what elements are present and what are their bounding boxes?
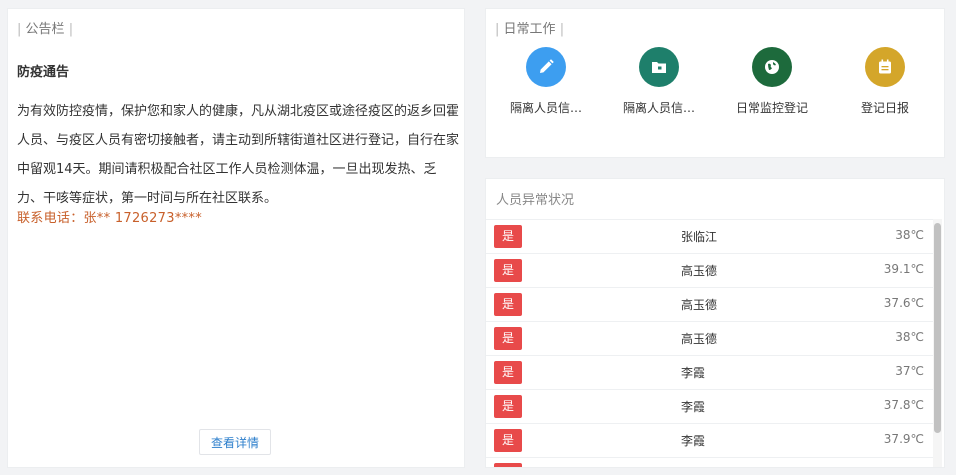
work-item-label: 隔离人员信… (509, 101, 582, 115)
calendar-icon (865, 47, 905, 87)
table-row: 是 李霞 37℃ (486, 356, 934, 390)
pencil-icon (526, 47, 566, 87)
notice-title-text: 公告栏 (25, 22, 65, 37)
temperature: 37.9℃ (883, 432, 924, 446)
person-name: 高玉德 (681, 264, 718, 278)
title-bar-left: | (495, 22, 500, 37)
status-badge: 是 (494, 327, 522, 350)
work-items: 隔离人员信… 隔离人员信… 日常监控登记 登记日报 (486, 47, 946, 127)
table-row: 是 李霞 37.8℃ (486, 390, 934, 424)
work-item-label: 隔离人员信… (622, 101, 695, 115)
person-name: 高玉德 (681, 298, 718, 312)
person-name: 李霞 (681, 366, 706, 380)
temperature: 38℃ (895, 228, 924, 242)
work-item-label: 日常监控登记 (735, 101, 808, 115)
table-row: 是 (486, 458, 934, 467)
table-row: 是 高玉德 37.6℃ (486, 288, 934, 322)
notice-body: 为有效防控疫情，保护您和家人的健康，凡从湖北疫区或途径疫区的返乡回霍人员、与疫区… (17, 104, 460, 206)
work-item-isolation-info-1[interactable]: 隔离人员信… (491, 47, 601, 116)
person-name: 李霞 (681, 400, 706, 414)
table-row: 是 高玉德 39.1℃ (486, 254, 934, 288)
abnormal-status-panel: 人员异常状况 是 张临江 38℃ 是 高玉德 39.1℃ 是 高玉德 37.6℃… (485, 178, 945, 468)
status-badge: 是 (494, 259, 522, 282)
work-item-daily-monitor[interactable]: 日常监控登记 (717, 47, 827, 116)
person-name: 李霞 (681, 434, 706, 448)
person-name: 高玉德 (681, 332, 718, 346)
abnormal-title: 人员异常状况 (496, 193, 575, 208)
scrollbar[interactable] (933, 219, 942, 467)
work-item-isolation-info-2[interactable]: 隔离人员信… (604, 47, 714, 116)
work-title: | 日常工作 | (495, 18, 564, 37)
temperature: 37℃ (895, 364, 924, 378)
notice-heading: 防疫通告 (17, 65, 70, 80)
view-detail-button[interactable]: 查看详情 (199, 429, 271, 455)
title-bar-right: | (559, 22, 565, 37)
temperature: 39.1℃ (883, 262, 924, 276)
status-badge: 是 (494, 293, 522, 316)
status-badge: 是 (494, 225, 522, 248)
globe-icon (752, 47, 792, 87)
notice-contact: 联系电话：张** 1726273**** (17, 211, 203, 226)
status-badge: 是 (494, 463, 522, 467)
person-name: 张临江 (681, 230, 718, 244)
title-bar-left: | (17, 22, 22, 37)
table-row: 是 李霞 37.9℃ (486, 424, 934, 458)
status-badge: 是 (494, 395, 522, 418)
temperature: 37.6℃ (883, 296, 924, 310)
temperature: 38℃ (895, 330, 924, 344)
work-title-text: 日常工作 (503, 22, 556, 37)
title-bar-right: | (68, 22, 74, 37)
table-row: 是 张临江 38℃ (486, 220, 934, 254)
folder-icon (639, 47, 679, 87)
scrollbar-thumb[interactable] (934, 223, 941, 433)
notice-panel: | 公告栏 | 防疫通告 为有效防控疫情，保护您和家人的健康，凡从湖北疫区或途径… (7, 8, 465, 468)
status-badge: 是 (494, 429, 522, 452)
abnormal-list[interactable]: 是 张临江 38℃ 是 高玉德 39.1℃ 是 高玉德 37.6℃ 是 高玉德 … (486, 219, 934, 467)
temperature: 37.8℃ (883, 398, 924, 412)
work-item-daily-report[interactable]: 登记日报 (830, 47, 940, 116)
notice-title: | 公告栏 | (17, 18, 73, 37)
table-row: 是 高玉德 38℃ (486, 322, 934, 356)
status-badge: 是 (494, 361, 522, 384)
work-item-label: 登记日报 (860, 101, 909, 115)
daily-work-panel: | 日常工作 | 隔离人员信… 隔离人员信… 日常监控登记 登记日报 (485, 8, 945, 158)
